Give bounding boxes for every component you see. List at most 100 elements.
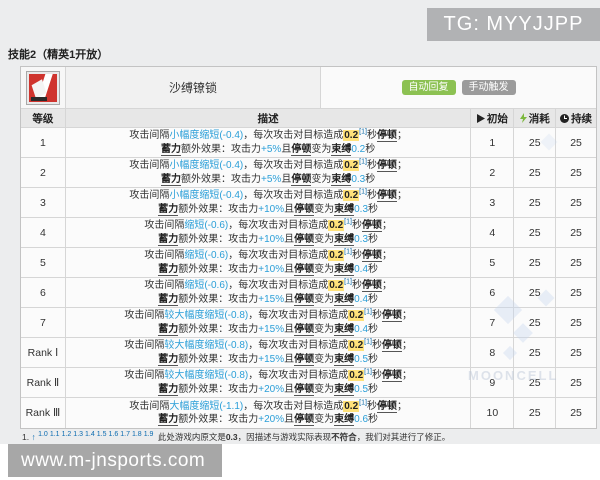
charge-keyword: 蓄力 <box>158 263 179 276</box>
hit-stun-value: 0.2 <box>348 370 365 381</box>
bind-duration-value: 0.3 <box>354 203 369 215</box>
description-cell: 攻击间隔较大幅度缩短(-0.8)，每次攻击对目标造成0.2[1]秒停顿； 蓄力额… <box>66 338 472 367</box>
interval-value: 缩短(-0.6) <box>184 250 229 261</box>
description-line-1: 攻击间隔较大幅度缩短(-0.8)，每次攻击对目标造成0.2[1]秒停顿； <box>124 368 412 382</box>
footnote-version-link[interactable]: 1.5 <box>97 431 107 438</box>
footnote-version-link[interactable]: 1.1 <box>50 431 60 438</box>
level-cell: 5 <box>21 248 66 277</box>
hit-stun-value: 0.2 <box>343 400 360 412</box>
description-line-1: 攻击间隔小幅度缩短(-0.4)，每次攻击对目标造成0.2[1]秒停顿； <box>129 128 407 142</box>
skill-level-row: 6 攻击间隔缩短(-0.6)，每次攻击对目标造成0.2[1]秒停顿； 蓄力额外效… <box>21 278 596 308</box>
bind-duration-value: 0.4 <box>354 323 369 335</box>
header-cost: 消耗 <box>514 109 557 127</box>
header-init-label: 初始 <box>486 112 508 125</box>
duration-cell: 25 <box>570 256 582 269</box>
stun-keyword: 停顿 <box>381 310 402 322</box>
atk-value: +20% <box>258 383 285 395</box>
skill-name: 沙缚镣锁 <box>66 67 321 108</box>
footnote-ref-sup[interactable]: [1] <box>359 189 367 196</box>
atk-value: +15% <box>258 353 285 365</box>
footnote-ref-sup[interactable]: [1] <box>344 279 352 286</box>
footnote-version-link[interactable]: 1.7 <box>120 431 130 438</box>
charge-keyword: 蓄力 <box>161 143 182 156</box>
bind-keyword: 束缚 <box>334 353 355 366</box>
stun-keyword: 停顿 <box>291 173 312 186</box>
clock-icon <box>560 113 570 123</box>
hit-stun-value: 0.2 <box>328 250 345 261</box>
footnote-version-link[interactable]: 1.8 <box>132 431 142 438</box>
duration-cell: 25 <box>570 346 582 359</box>
sp-recovery-badge: 自动回复 <box>401 80 456 95</box>
stun-keyword: 停顿 <box>381 340 402 352</box>
header-init: 初始 <box>471 109 515 127</box>
header-cost-label: 消耗 <box>528 112 550 125</box>
description-line-1: 攻击间隔大幅度缩短(-1.1)，每次攻击对目标造成0.2[1]秒停顿； <box>129 399 407 413</box>
description-cell: 攻击间隔小幅度缩短(-0.4)，每次攻击对目标造成0.2[1]秒停顿； 蓄力额外… <box>66 128 472 157</box>
footnote-version-link[interactable]: 1.3 <box>73 431 83 438</box>
duration-cell: 25 <box>570 136 582 149</box>
interval-value: 缩短(-0.6) <box>184 220 229 231</box>
footnote-text: 此处游戏内原文是 <box>157 432 226 442</box>
footnote-ref-sup[interactable]: [1] <box>364 339 372 346</box>
footnote-ref-sup[interactable]: [1] <box>359 129 367 136</box>
bind-keyword: 束缚 <box>334 383 355 396</box>
stun-keyword: 停顿 <box>291 143 312 156</box>
skill-level-row: 5 攻击间隔缩短(-0.6)，每次攻击对目标造成0.2[1]秒停顿； 蓄力额外效… <box>21 248 596 278</box>
footnote-version-link[interactable]: 1.9 <box>144 431 154 438</box>
stun-keyword: 停顿 <box>376 130 397 142</box>
footnote-version-link[interactable]: 1.0 <box>38 431 48 438</box>
footnote-version-link[interactable]: 1.6 <box>109 431 119 438</box>
sp-cost-cell: 25 <box>514 248 557 277</box>
charge-keyword: 蓄力 <box>158 293 179 306</box>
skill-level-row: 1 攻击间隔小幅度缩短(-0.4)，每次攻击对目标造成0.2[1]秒停顿； 蓄力… <box>21 128 596 158</box>
atk-value: +10% <box>258 233 285 245</box>
bind-duration-value: 0.5 <box>354 353 369 365</box>
skill-level-row: 4 攻击间隔缩短(-0.6)，每次攻击对目标造成0.2[1]秒停顿； 蓄力额外效… <box>21 218 596 248</box>
interval-value: 较大幅度缩短(-0.8) <box>164 370 249 381</box>
atk-value: +5% <box>261 173 282 185</box>
description-cell: 攻击间隔缩短(-0.6)，每次攻击对目标造成0.2[1]秒停顿； 蓄力额外效果：… <box>66 248 472 277</box>
footnote-ref-sup[interactable]: [1] <box>364 369 372 376</box>
header-desc: 描述 <box>66 109 472 127</box>
skill-table-body: 1 攻击间隔小幅度缩短(-0.4)，每次攻击对目标造成0.2[1]秒停顿； 蓄力… <box>21 128 596 428</box>
footnote: 1. ↑ 1.0 1.1 1.2 1.3 1.4 1.5 1.6 1.7 1.8 1.9 此处游戏… <box>22 431 450 443</box>
footnote-version-link[interactable]: 1.4 <box>85 431 95 438</box>
footnote-version-link[interactable]: 1.2 <box>62 431 72 438</box>
stun-keyword: 停顿 <box>376 190 397 202</box>
level-cell: 1 <box>21 128 66 157</box>
charge-keyword: 蓄力 <box>158 323 179 336</box>
charge-keyword: 蓄力 <box>158 233 179 246</box>
site-watermark: www.m-jnsports.com <box>8 444 222 477</box>
footnote-up-arrow[interactable]: ↑ <box>31 432 35 442</box>
stun-keyword: 停顿 <box>376 400 397 413</box>
skill-icon[interactable] <box>26 70 60 105</box>
level-cell: 3 <box>21 188 66 217</box>
footnote-ref-sup[interactable]: [1] <box>344 219 352 226</box>
interval-value: 大幅度缩短(-1.1) <box>169 400 244 412</box>
bind-keyword: 束缚 <box>334 323 355 336</box>
description-line-2: 蓄力额外效果：攻击力+5%且停顿变为束缚0.3秒 <box>161 173 376 186</box>
sp-cost-cell: 25 <box>514 278 557 307</box>
stun-keyword: 停顿 <box>361 280 382 292</box>
stun-keyword: 停顿 <box>294 263 315 276</box>
header-level: 等级 <box>21 109 66 127</box>
header-duration-label: 持续 <box>571 112 593 125</box>
initial-sp-cell: 3 <box>471 188 515 217</box>
footnote-ref-sup[interactable]: [1] <box>344 249 352 256</box>
skill-table: 沙缚镣锁 自动回复 手动触发 等级 描述 初始 消耗 持续 1 攻击间隔小幅度缩… <box>20 66 597 429</box>
level-cell: Rank Ⅲ <box>21 398 66 428</box>
level-cell: 4 <box>21 218 66 247</box>
charge-keyword: 蓄力 <box>161 173 182 186</box>
charge-keyword: 蓄力 <box>158 414 179 426</box>
lightning-icon <box>519 113 527 123</box>
footnote-ref-sup[interactable]: [1] <box>359 159 367 166</box>
skill-header-row: 沙缚镣锁 自动回复 手动触发 <box>21 67 596 109</box>
description-line-2: 蓄力额外效果：攻击力+15%且停顿变为束缚0.4秒 <box>158 323 379 336</box>
description-line-2: 蓄力额外效果：攻击力+20%且停顿变为束缚0.5秒 <box>158 383 379 396</box>
interval-value: 小幅度缩短(-0.4) <box>169 130 244 141</box>
footnote-ref-sup[interactable]: [1] <box>364 309 372 316</box>
charge-keyword: 蓄力 <box>158 353 179 366</box>
description-line-1: 攻击间隔缩短(-0.6)，每次攻击对目标造成0.2[1]秒停顿； <box>144 218 392 232</box>
hit-stun-value: 0.2 <box>348 310 365 321</box>
footnote-ref-sup[interactable]: [1] <box>359 399 367 406</box>
